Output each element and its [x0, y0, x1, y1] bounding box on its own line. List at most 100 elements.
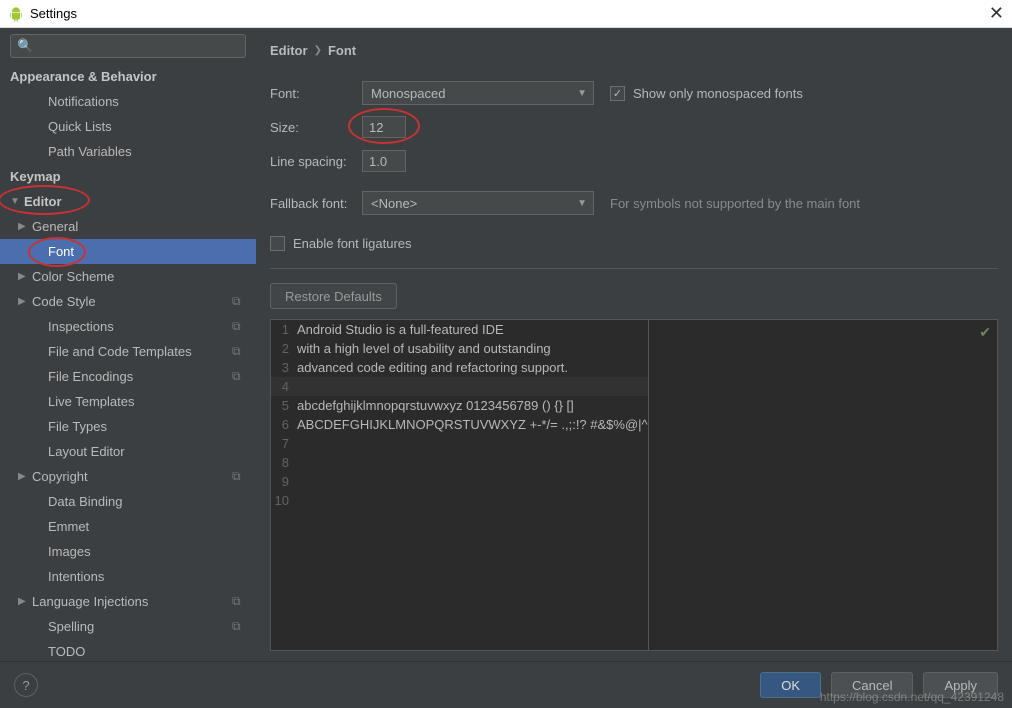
- sidebar-item-todo[interactable]: TODO: [0, 639, 256, 661]
- restore-defaults-button[interactable]: Restore Defaults: [270, 283, 397, 309]
- line-number: 8: [271, 455, 297, 470]
- show-mono-checkbox[interactable]: ✓: [610, 86, 625, 101]
- font-label: Font:: [270, 86, 362, 101]
- sidebar-item-language-injections[interactable]: ▶Language Injections⧉: [0, 589, 256, 614]
- arrow-icon: ▶: [18, 471, 32, 482]
- check-icon: ✔: [979, 324, 991, 341]
- preview-line: 8: [271, 453, 648, 472]
- content-panel: Editor ❯ Font Font: Monospaced ▼ ✓ Show …: [256, 28, 1012, 661]
- arrow-icon: ▶: [18, 596, 32, 607]
- sidebar-item-label: Live Templates: [48, 394, 256, 409]
- copy-icon: ⧉: [232, 369, 256, 384]
- preview-pane: 1Android Studio is a full-featured IDE2w…: [270, 319, 998, 651]
- copy-icon: ⧉: [232, 469, 256, 484]
- sidebar-item-copyright[interactable]: ▶Copyright⧉: [0, 464, 256, 489]
- ligatures-checkbox[interactable]: [270, 236, 285, 251]
- preview-line: 5abcdefghijklmnopqrstuvwxyz 0123456789 (…: [271, 396, 648, 415]
- arrow-icon: ▼: [10, 196, 24, 207]
- line-number: 7: [271, 436, 297, 451]
- sidebar-item-notifications[interactable]: Notifications: [0, 89, 256, 114]
- sidebar-item-label: Images: [48, 544, 256, 559]
- line-text: abcdefghijklmnopqrstuvwxyz 0123456789 ()…: [297, 398, 574, 413]
- size-input[interactable]: [362, 116, 406, 138]
- sidebar-item-emmet[interactable]: Emmet: [0, 514, 256, 539]
- close-icon[interactable]: ✕: [989, 3, 1004, 24]
- line-number: 3: [271, 360, 297, 375]
- sidebar-item-images[interactable]: Images: [0, 539, 256, 564]
- fallback-label: Fallback font:: [270, 196, 362, 211]
- breadcrumb-root[interactable]: Editor: [270, 43, 308, 58]
- settings-tree[interactable]: Appearance & Behavior Notifications Quick …: [0, 64, 256, 661]
- cancel-button[interactable]: Cancel: [831, 672, 913, 698]
- arrow-icon: ▶: [18, 296, 32, 307]
- line-text: ABCDEFGHIJKLMNOPQRSTUVWXYZ +-*/= .,;:!? …: [297, 417, 648, 432]
- font-select[interactable]: Monospaced ▼: [362, 81, 594, 105]
- sidebar-item-label: Keymap: [10, 169, 256, 184]
- line-number: 9: [271, 474, 297, 489]
- footer: ? OK Cancel Apply: [0, 661, 1012, 708]
- sidebar-item-label: Language Injections: [32, 594, 232, 609]
- copy-icon: ⧉: [232, 619, 256, 634]
- arrow-icon: ▶: [18, 271, 32, 282]
- sidebar-item-layout-editor[interactable]: Layout Editor: [0, 439, 256, 464]
- sidebar-item-appearance-behavior[interactable]: Appearance & Behavior: [0, 64, 256, 89]
- fallback-row: Fallback font: <None> ▼ For symbols not …: [270, 186, 998, 220]
- sidebar-item-label: Quick Lists: [48, 119, 256, 134]
- sidebar-item-inspections[interactable]: Inspections⧉: [0, 314, 256, 339]
- sidebar-item-data-binding[interactable]: Data Binding: [0, 489, 256, 514]
- ok-button[interactable]: OK: [760, 672, 821, 698]
- sidebar-item-file-encodings[interactable]: File Encodings⧉: [0, 364, 256, 389]
- sidebar-item-color-scheme[interactable]: ▶Color Scheme: [0, 264, 256, 289]
- sidebar-item-general[interactable]: ▶General: [0, 214, 256, 239]
- fallback-select[interactable]: <None> ▼: [362, 191, 594, 215]
- preview-editor[interactable]: 1Android Studio is a full-featured IDE2w…: [271, 320, 649, 650]
- sidebar-item-label: TODO: [48, 644, 256, 659]
- apply-button[interactable]: Apply: [923, 672, 998, 698]
- chevron-down-icon: ▼: [577, 88, 587, 99]
- sidebar-item-file-and-code-templates[interactable]: File and Code Templates⧉: [0, 339, 256, 364]
- sidebar-item-file-types[interactable]: File Types: [0, 414, 256, 439]
- body-area: 🔍 Appearance & Behavior Notifications Quic…: [0, 28, 1012, 661]
- sidebar-item-label: Copyright: [32, 469, 232, 484]
- sidebar-item-editor[interactable]: ▼Editor: [0, 189, 256, 214]
- search-icon: 🔍: [17, 38, 33, 54]
- search-row: 🔍: [0, 28, 256, 64]
- sidebar-item-code-style[interactable]: ▶Code Style⧉: [0, 289, 256, 314]
- sidebar-item-label: Appearance & Behavior: [10, 69, 256, 84]
- spacing-input[interactable]: [362, 150, 406, 172]
- sidebar-item-spelling[interactable]: Spelling⧉: [0, 614, 256, 639]
- sidebar-item-keymap[interactable]: Keymap: [0, 164, 256, 189]
- sidebar-item-live-templates[interactable]: Live Templates: [0, 389, 256, 414]
- line-text: with a high level of usability and outst…: [297, 341, 551, 356]
- breadcrumb: Editor ❯ Font: [270, 38, 998, 62]
- preview-line: 4: [271, 377, 648, 396]
- search-input[interactable]: 🔍: [10, 34, 246, 58]
- sidebar-item-intentions[interactable]: Intentions: [0, 564, 256, 589]
- sidebar: 🔍 Appearance & Behavior Notifications Quic…: [0, 28, 256, 661]
- line-number: 4: [271, 379, 297, 394]
- sidebar-item-label: Intentions: [48, 569, 256, 584]
- chevron-right-icon: ❯: [314, 45, 322, 56]
- sidebar-item-label: Code Style: [32, 294, 232, 309]
- sidebar-item-quick-lists[interactable]: Quick Lists: [0, 114, 256, 139]
- line-number: 1: [271, 322, 297, 337]
- android-icon: [8, 6, 24, 22]
- sidebar-item-path-variables[interactable]: Path Variables: [0, 139, 256, 164]
- sidebar-item-label: Data Binding: [48, 494, 256, 509]
- ligatures-label[interactable]: Enable font ligatures: [293, 236, 412, 251]
- sidebar-item-label: Editor: [24, 194, 256, 209]
- line-number: 6: [271, 417, 297, 432]
- copy-icon: ⧉: [232, 294, 256, 309]
- preview-line: 6ABCDEFGHIJKLMNOPQRSTUVWXYZ +-*/= .,;:!?…: [271, 415, 648, 434]
- help-button[interactable]: ?: [14, 673, 38, 697]
- spacing-label: Line spacing:: [270, 154, 362, 169]
- show-mono-label[interactable]: Show only monospaced fonts: [633, 86, 803, 101]
- fallback-value: <None>: [371, 196, 417, 211]
- fallback-hint: For symbols not supported by the main fo…: [610, 196, 860, 211]
- divider: [270, 268, 998, 269]
- preview-line: 7: [271, 434, 648, 453]
- sidebar-item-label: Notifications: [48, 94, 256, 109]
- sidebar-item-label: File Types: [48, 419, 256, 434]
- line-number: 2: [271, 341, 297, 356]
- sidebar-item-font[interactable]: Font: [0, 239, 256, 264]
